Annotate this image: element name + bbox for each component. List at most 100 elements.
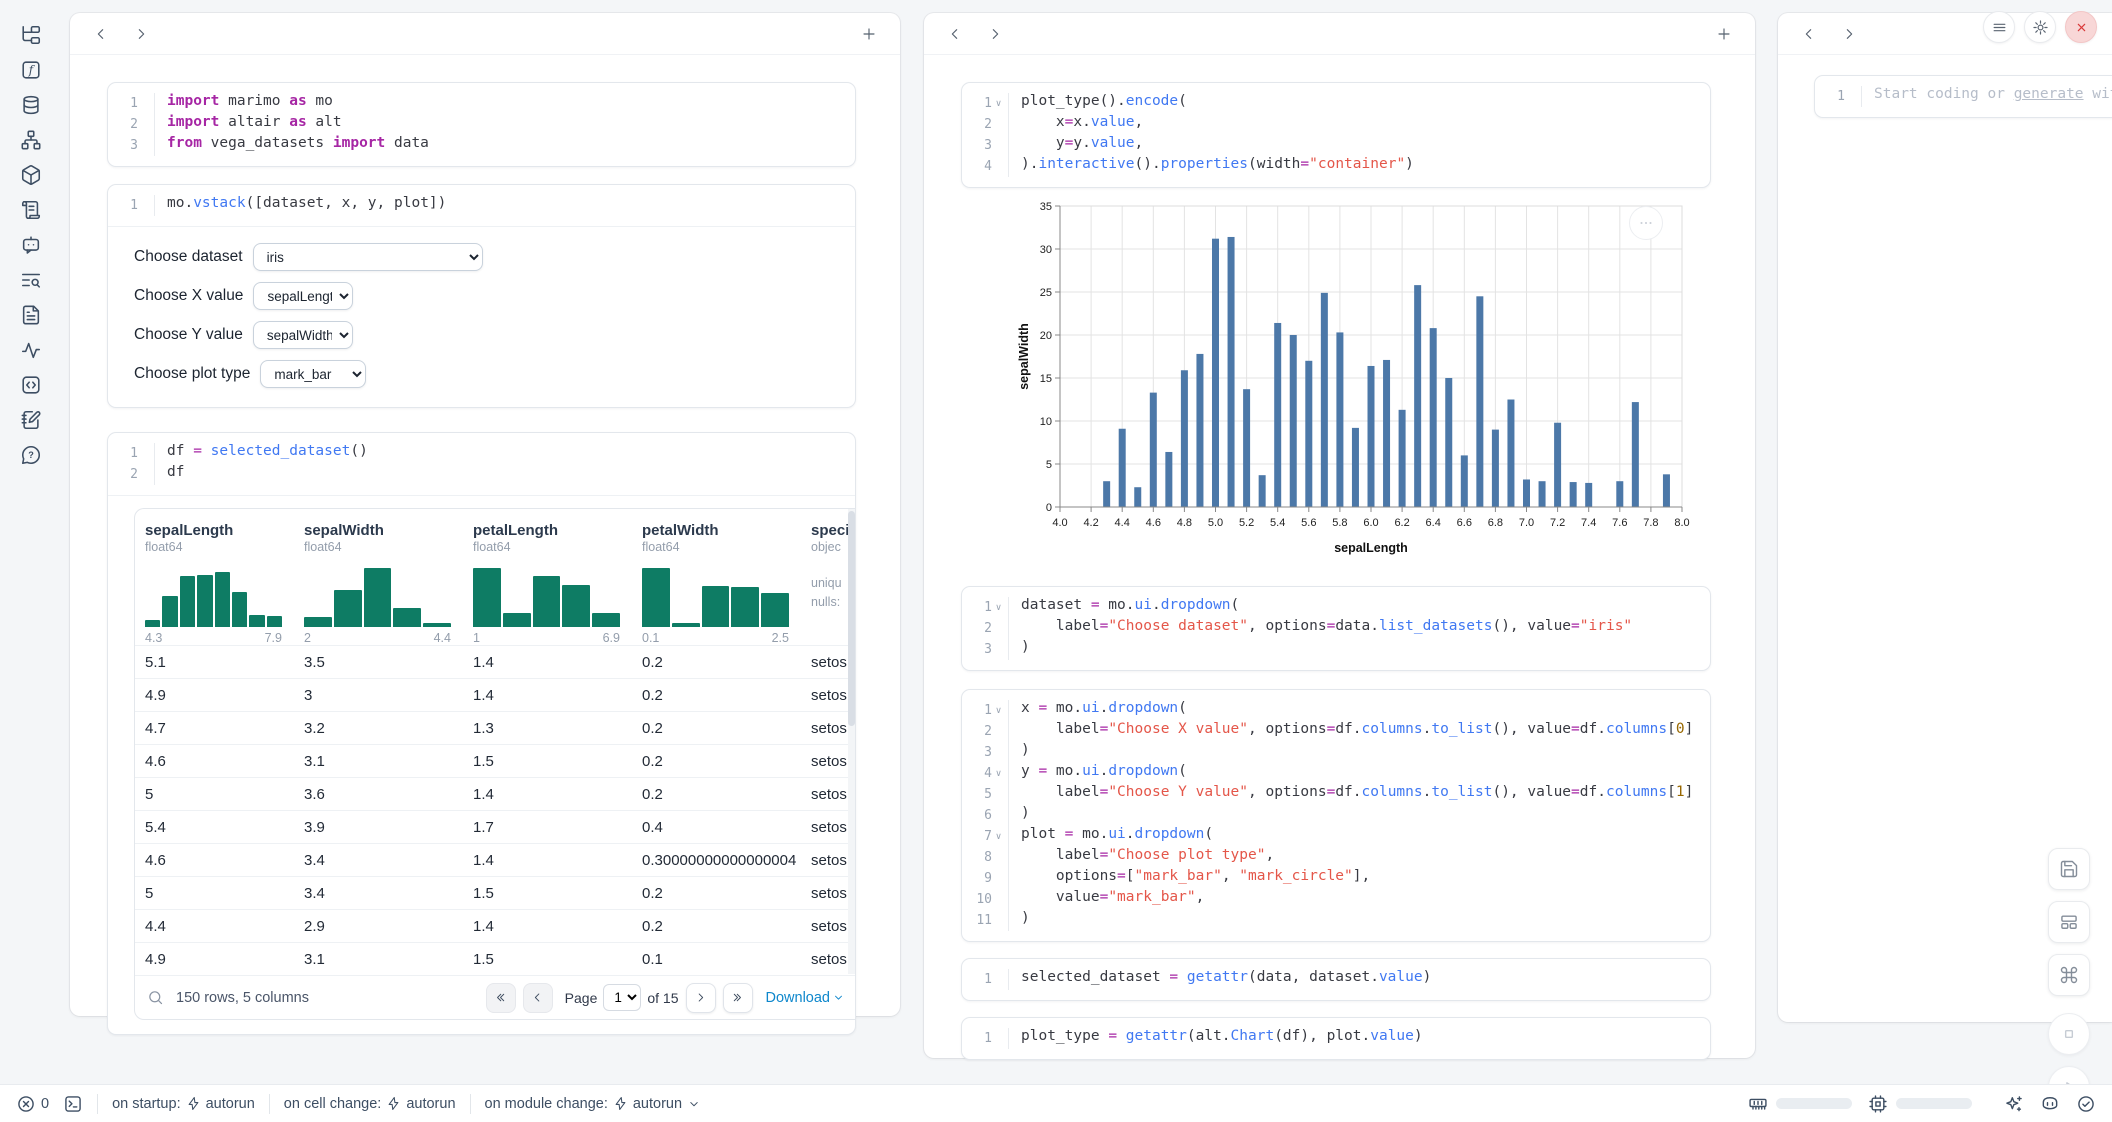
table-cell: 3.4: [294, 885, 463, 902]
table-cell: 0.2: [632, 885, 801, 902]
code-line: selected_dataset = getattr(data, dataset…: [1021, 969, 1431, 990]
prev-page-button[interactable]: [523, 983, 553, 1013]
code-editor[interactable]: 1∨2 3 4∨5 6 7∨8 9 10 11 x = mo.ui.dropdo…: [962, 690, 1710, 941]
code-editor[interactable]: 1 plot_type = getattr(alt.Chart(df), plo…: [962, 1018, 1710, 1059]
chevron-right-icon[interactable]: [982, 21, 1008, 47]
code-editor[interactable]: 1∨2 3 4 plot_type().encode( x=x.value, y…: [962, 83, 1710, 187]
dropdown-select[interactable]: sepalWidth: [253, 321, 353, 349]
terminal-icon[interactable]: [63, 1094, 83, 1114]
code-editor[interactable]: 1 mo.vstack([dataset, x, y, plot]): [108, 185, 855, 226]
table-row: 4.63.11.50.2setos: [135, 744, 855, 777]
fold-chevron-icon: [138, 195, 151, 216]
on-module-change-setting[interactable]: on module change: autorun: [485, 1096, 702, 1112]
code-editor[interactable]: 1∨2 3 dataset = mo.ui.dropdown( label="C…: [962, 587, 1710, 670]
code-cell-plot: 1∨2 3 4 plot_type().encode( x=x.value, y…: [961, 82, 1711, 188]
scratchpad-icon[interactable]: [20, 269, 42, 291]
svg-text:0: 0: [1046, 502, 1052, 514]
packages-icon[interactable]: [20, 164, 42, 186]
next-page-button[interactable]: [686, 983, 716, 1013]
settings-gear-button[interactable]: [2024, 11, 2056, 43]
chevron-left-icon[interactable]: [942, 21, 968, 47]
save-button[interactable]: [2048, 848, 2090, 890]
dropdown-select[interactable]: sepalLength: [253, 282, 353, 310]
dropdown-select[interactable]: mark_bar: [260, 360, 366, 388]
column-header[interactable]: speciobjec: [801, 509, 855, 554]
help-icon[interactable]: ?: [20, 444, 42, 466]
stop-button[interactable]: [2048, 1013, 2090, 1055]
check-circle-icon[interactable]: [2076, 1094, 2096, 1114]
notebook-icon[interactable]: [20, 409, 42, 431]
copilot-icon[interactable]: [2040, 1094, 2060, 1114]
table-scrollbar-thumb[interactable]: [848, 511, 855, 726]
fold-chevron-icon[interactable]: ∨: [992, 93, 1005, 114]
code-cell-dataset-dropdown: 1∨2 3 dataset = mo.ui.dropdown( label="C…: [961, 586, 1711, 671]
column-header[interactable]: petalWidthfloat64: [632, 509, 801, 554]
fold-chevron-icon[interactable]: ∨: [992, 826, 1005, 847]
add-cell-button[interactable]: [1711, 21, 1737, 47]
table-cell: 5.1: [135, 654, 294, 671]
table-cell: 4.4: [135, 918, 294, 935]
file-tree-icon[interactable]: [20, 24, 42, 46]
table-cell: 0.2: [632, 720, 801, 737]
error-circle-icon[interactable]: [16, 1094, 36, 1114]
table-cell: 0.4: [632, 819, 801, 836]
chevron-left-icon[interactable]: [88, 21, 114, 47]
add-cell-button[interactable]: [856, 21, 882, 47]
documentation-icon[interactable]: [20, 304, 42, 326]
dependency-graph-icon[interactable]: [20, 129, 42, 151]
download-link[interactable]: Download: [766, 990, 846, 1006]
table-cell: setos: [801, 819, 855, 836]
table-cell: 3.5: [294, 654, 463, 671]
column-header[interactable]: sepalWidthfloat64: [294, 509, 463, 554]
close-button[interactable]: [2065, 11, 2097, 43]
sparkles-ai-icon[interactable]: [2004, 1094, 2024, 1114]
code-line: ): [1021, 742, 1693, 763]
dropdown-select[interactable]: iris: [253, 243, 483, 271]
fold-chevron-icon: [992, 868, 1005, 889]
layout-button[interactable]: [2048, 901, 2090, 943]
table-cell: 3.9: [294, 819, 463, 836]
status-bar: 0 on startup: autorun on cell change: au…: [0, 1084, 2112, 1122]
code-editor[interactable]: 1 2 df = selected_dataset()df: [108, 433, 855, 495]
line-number: 1: [118, 195, 151, 216]
menu-button[interactable]: [1983, 11, 2015, 43]
fold-chevron-icon[interactable]: ∨: [992, 700, 1005, 721]
line-number: 11: [972, 910, 1005, 931]
first-page-button[interactable]: [486, 983, 516, 1013]
logs-icon[interactable]: [20, 199, 42, 221]
chevron-right-icon[interactable]: [128, 21, 154, 47]
code-editor[interactable]: 1 selected_dataset = getattr(data, datas…: [962, 959, 1710, 1000]
column-header[interactable]: sepalLengthfloat64: [135, 509, 294, 554]
chevron-left-icon[interactable]: [1796, 21, 1822, 47]
svg-text:6.8: 6.8: [1488, 517, 1503, 529]
ai-chat-icon[interactable]: [20, 234, 42, 256]
column-header[interactable]: petalLengthfloat64: [463, 509, 632, 554]
table-cell: setos: [801, 852, 855, 869]
altair-bar-chart[interactable]: 4.04.24.44.64.85.05.25.45.65.86.06.26.46…: [1016, 198, 1696, 560]
fold-chevron-icon[interactable]: ∨: [992, 763, 1005, 784]
table-cell: setos: [801, 753, 855, 770]
on-cell-change-setting[interactable]: on cell change: autorun: [284, 1096, 456, 1112]
snippets-icon[interactable]: [20, 374, 42, 396]
code-line: plot_type = getattr(alt.Chart(df), plot.…: [1021, 1028, 1423, 1049]
code-editor-placeholder[interactable]: 1 Start coding or generate with AI.: [1815, 76, 2112, 117]
line-number: 4∨: [972, 763, 1005, 784]
fold-chevron-icon: [992, 114, 1005, 135]
code-editor[interactable]: 1 2 3 import marimo as moimport altair a…: [108, 83, 855, 166]
database-icon[interactable]: [20, 94, 42, 116]
line-number: 2: [972, 114, 1005, 135]
functions-icon[interactable]: f: [20, 59, 42, 81]
on-startup-setting[interactable]: on startup: autorun: [112, 1096, 255, 1112]
fold-chevron-icon[interactable]: ∨: [992, 597, 1005, 618]
page-select[interactable]: 1: [603, 984, 641, 1011]
command-palette-button[interactable]: [2048, 954, 2090, 996]
chevron-right-icon[interactable]: [1836, 21, 1862, 47]
line-number: 3: [972, 742, 1005, 763]
tracing-icon[interactable]: [20, 339, 42, 361]
last-page-button[interactable]: [723, 983, 753, 1013]
chart-options-button[interactable]: [1629, 206, 1663, 240]
search-icon[interactable]: [147, 989, 164, 1006]
table-header-row: sepalLengthfloat64sepalWidthfloat64petal…: [135, 509, 855, 554]
chevron-down-icon: [832, 991, 845, 1004]
table-cell: 3.2: [294, 720, 463, 737]
